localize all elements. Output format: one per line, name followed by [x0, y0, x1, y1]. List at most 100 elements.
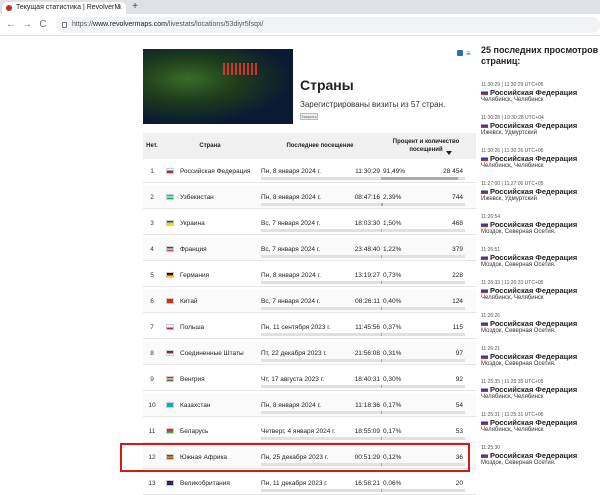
- country-flag-icon: [166, 246, 174, 252]
- view-country-name: Российская Федерация: [490, 385, 578, 394]
- view-location: Ижевск, Удмуртский: [481, 130, 537, 136]
- table-row[interactable]: 1 Российская Федерация Пн, 8 января 2024 г…: [143, 159, 476, 183]
- country-name[interactable]: Венгрия: [180, 367, 260, 391]
- forward-button[interactable]: →: [20, 18, 34, 32]
- world-map-thumbnail[interactable]: [143, 49, 293, 124]
- view-location: Челябинск, Челябинск: [481, 394, 544, 400]
- country-name[interactable]: Узбекистан: [180, 185, 260, 209]
- percent-bar-fill: [381, 359, 382, 362]
- view-country-name: Российская Федерация: [490, 319, 578, 328]
- recent-view-item: 11:25:35 | 11:25:35 UTC+05 Российская Фед…: [481, 379, 600, 401]
- country-name[interactable]: Беларусь: [180, 419, 260, 443]
- view-location: Челябинск, Челябинск: [481, 97, 544, 103]
- map-mini-button[interactable]: Закрыть: [300, 113, 318, 120]
- russia-flag-icon: [481, 189, 488, 194]
- view-location: Челябинск, Челябинск: [481, 295, 544, 301]
- date-bar: [261, 359, 381, 362]
- russia-flag-icon: [481, 321, 488, 326]
- recent-view-item: 11:30:29 | 11:30:29 UTC+05 Российская Фед…: [481, 82, 600, 104]
- table-row[interactable]: 8 Соединенные Штаты Пт, 22 декабря 2023 г.…: [143, 341, 476, 365]
- country-name[interactable]: Германия: [180, 263, 260, 287]
- url-domain: www.revolvermaps.com: [93, 21, 167, 28]
- view-country: Российская Федерация: [481, 253, 600, 262]
- table-row[interactable]: 11 Беларусь Четверг, 4 января 2024 г. 18:55…: [143, 419, 476, 443]
- checkbox-icon[interactable]: [457, 50, 463, 56]
- browser-tab[interactable]: Текущая статистика | RevolverM ×: [2, 2, 126, 14]
- country-flag-icon: [166, 350, 174, 356]
- recent-view-item: 11:27:00 | 11:27:00 UTC+05 Российская Фед…: [481, 181, 600, 203]
- percent-bar: [381, 177, 465, 180]
- table-row[interactable]: 4 Франция Вс, 7 января 2024 г. 23:48:40 1,22…: [143, 237, 476, 261]
- country-flag-icon: [166, 272, 174, 278]
- table-row[interactable]: 13 Великобритания Пн, 11 декабря 2023 г. 16…: [143, 471, 476, 495]
- row-number: 5: [150, 271, 154, 279]
- address-bar[interactable]: https://www.revolvermaps.com/livestats/l…: [56, 17, 600, 33]
- percent-bar-fill: [381, 307, 382, 310]
- table-row[interactable]: 3 Украина Вс, 7 января 2024 г. 18:03:30 1,50…: [143, 211, 476, 235]
- country-flag-icon: [166, 376, 174, 382]
- country-flag-icon: [166, 480, 174, 486]
- row-number: 1: [150, 167, 154, 175]
- view-location: Челябинск, Челябинск: [481, 427, 544, 433]
- date-bar: [261, 203, 381, 206]
- country-name[interactable]: Казахстан: [180, 393, 260, 417]
- view-country: Российская Федерация: [481, 385, 600, 394]
- country-name[interactable]: Польша: [180, 315, 260, 339]
- percent-bar: [381, 229, 465, 232]
- header-country[interactable]: Страна: [180, 133, 240, 159]
- country-flag-icon: [166, 220, 174, 226]
- lock-icon: [62, 22, 67, 28]
- page-title: Страны: [300, 77, 354, 93]
- table-row[interactable]: 2 Узбекистан Пн, 8 января 2024 г. 08:47:16 2…: [143, 185, 476, 209]
- percent-bar: [381, 411, 465, 414]
- view-location: Моздок, Северная Осетия.: [481, 328, 556, 334]
- view-country: Российская Федерация: [481, 88, 600, 97]
- sort-desc-icon[interactable]: [446, 151, 452, 155]
- date-bar: [261, 255, 381, 258]
- date-bar: [261, 307, 381, 310]
- view-country: Российская Федерация: [481, 286, 600, 295]
- row-number: 3: [150, 219, 154, 227]
- header-last-visit[interactable]: Последнее посещение: [261, 133, 379, 159]
- country-name[interactable]: Китай: [180, 289, 260, 313]
- country-flag-icon: [166, 428, 174, 434]
- russia-flag-icon: [481, 453, 488, 458]
- date-bar: [261, 333, 381, 336]
- percent-bar: [381, 281, 465, 284]
- percent-bar-fill: [381, 333, 382, 336]
- table-row[interactable]: 9 Венгрия Чт, 17 августа 2023 г. 18:40:31 0,…: [143, 367, 476, 391]
- russia-flag-icon: [481, 288, 488, 293]
- table-row[interactable]: 7 Польша Пн, 11 сентября 2023 г. 11:45:56 0,…: [143, 315, 476, 339]
- row-number: 6: [150, 297, 154, 305]
- percent-bar-fill: [381, 385, 382, 388]
- table-row[interactable]: 6 Китай Вс, 7 января 2024 г. 08:26:11 0,40% 1…: [143, 289, 476, 313]
- list-view-icon[interactable]: ≡: [466, 49, 471, 58]
- country-flag-icon: [166, 402, 174, 408]
- country-name[interactable]: Российская Федерация: [180, 159, 260, 183]
- tab-close-icon[interactable]: ×: [117, 2, 122, 14]
- percent-bar-fill: [381, 203, 383, 206]
- new-tab-button[interactable]: +: [129, 1, 141, 13]
- country-name[interactable]: Соединенные Штаты: [180, 341, 260, 365]
- recent-view-item: 11:26:21 Российская Федерация Моздок, Севе…: [481, 346, 600, 368]
- table-row[interactable]: 10 Казахстан Пн, 8 января 2024 г. 11:18:36 0…: [143, 393, 476, 417]
- percent-bar-fill: [381, 177, 458, 180]
- country-name[interactable]: Великобритания: [180, 471, 260, 495]
- date-bar: [261, 229, 381, 232]
- reload-button[interactable]: C: [36, 18, 50, 32]
- view-country-name: Российская Федерация: [490, 352, 578, 361]
- tab-title: Текущая статистика | RevolverM: [16, 4, 121, 11]
- table-row[interactable]: 5 Германия Пн, 8 января 2024 г. 13:19:27 0,7…: [143, 263, 476, 287]
- view-country: Российская Федерация: [481, 319, 600, 328]
- russia-flag-icon: [481, 387, 488, 392]
- header-num: Нет.: [146, 143, 158, 149]
- recent-view-item: 11:25:31 | 11:25:31 UTC+05 Российская Фед…: [481, 412, 600, 434]
- russia-flag-icon: [481, 123, 488, 128]
- view-country: Российская Федерация: [481, 451, 600, 460]
- back-button[interactable]: ←: [4, 18, 18, 32]
- header-percent[interactable]: Процент и количество посещений: [381, 133, 471, 159]
- country-name[interactable]: Франция: [180, 237, 260, 261]
- view-country-name: Российская Федерация: [490, 286, 578, 295]
- view-location: Моздок, Северная Осетия.: [481, 262, 556, 268]
- country-name[interactable]: Украина: [180, 211, 260, 235]
